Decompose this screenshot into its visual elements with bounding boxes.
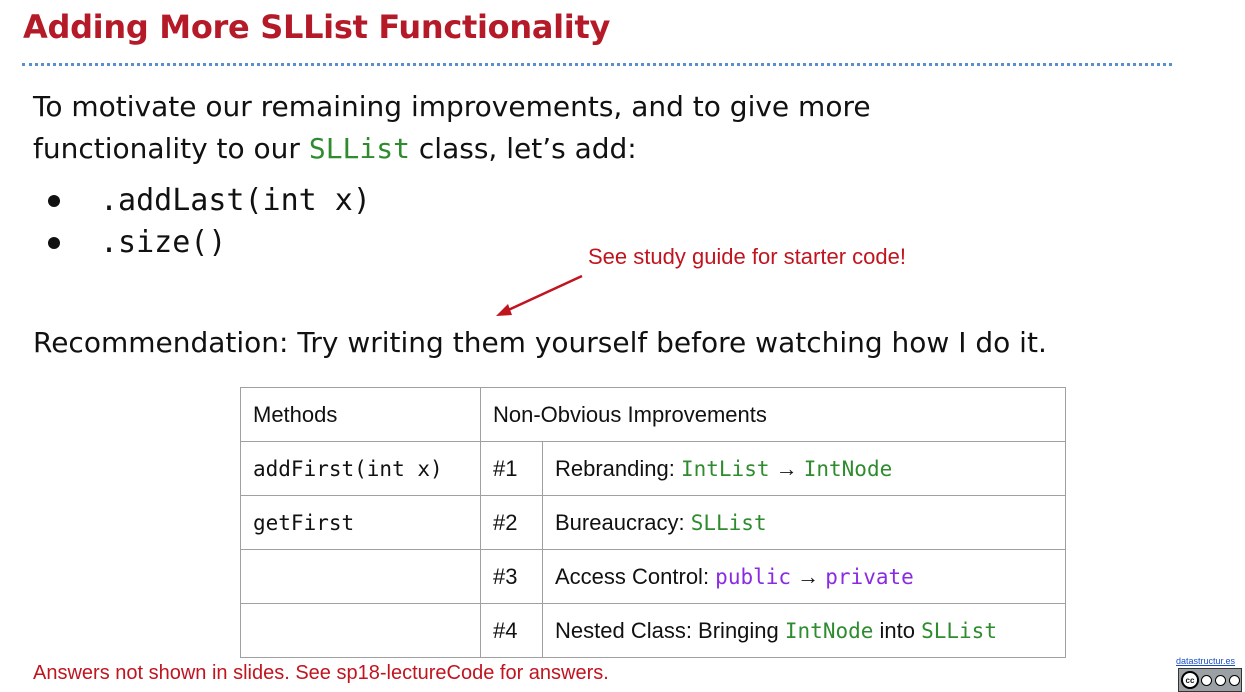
slide-title: Adding More SLList Functionality bbox=[23, 8, 611, 46]
bullet-text: .size() bbox=[100, 225, 227, 260]
method-bullet-list: .addLast(int x) .size() bbox=[44, 180, 371, 264]
callout-arrow-icon bbox=[496, 274, 583, 316]
bullet-dot-icon bbox=[48, 237, 60, 249]
intro-line-2-post: class, let’s add: bbox=[410, 132, 637, 165]
creative-commons-license-icon: cc bbox=[1178, 668, 1242, 692]
table-row: #4 Nested Class: Bringing IntNode into S… bbox=[240, 603, 1066, 658]
improvement-number: #2 bbox=[480, 495, 543, 550]
table-header-row: Methods Non-Obvious Improvements bbox=[240, 387, 1066, 442]
improvements-table: Methods Non-Obvious Improvements addFirs… bbox=[240, 387, 1066, 658]
arrow-separator: → bbox=[769, 455, 804, 481]
improvement-label: Bureaucracy: bbox=[555, 509, 691, 535]
bullet-text: .addLast(int x) bbox=[100, 183, 371, 218]
improvement-description: Rebranding: IntList → IntNode bbox=[542, 441, 1066, 496]
intro-paragraph: To motivate our remaining improvements, … bbox=[33, 86, 933, 170]
code-sllist: SLList bbox=[690, 510, 767, 535]
header-improvements: Non-Obvious Improvements bbox=[480, 387, 1066, 442]
method-cell: addFirst(int x) bbox=[240, 441, 481, 496]
method-cell bbox=[240, 549, 481, 604]
improvement-label: Nested Class: Bringing bbox=[555, 617, 785, 643]
header-methods: Methods bbox=[240, 387, 481, 442]
code-public: public bbox=[715, 564, 792, 589]
code-private: private bbox=[825, 564, 914, 589]
starter-code-callout: See study guide for starter code! bbox=[588, 244, 906, 269]
bullet-item: .size() bbox=[44, 222, 371, 264]
code-from: IntList bbox=[680, 456, 770, 481]
sa-icon bbox=[1228, 674, 1240, 686]
improvement-description: Nested Class: Bringing IntNode into SLLi… bbox=[542, 603, 1066, 658]
intro-line-2-pre: functionality to our bbox=[33, 132, 309, 165]
nc-icon bbox=[1214, 674, 1226, 686]
table-row: getFirst #2 Bureaucracy: SLList bbox=[240, 495, 1066, 550]
bullet-dot-icon bbox=[48, 195, 60, 207]
improvement-label: Access Control: bbox=[555, 563, 716, 589]
recommendation-text: Recommendation: Try writing them yoursel… bbox=[33, 326, 1047, 359]
intro-line-1: To motivate our remaining improvements, … bbox=[33, 90, 871, 123]
improvement-mid-text: into bbox=[873, 617, 922, 643]
cc-icon: cc bbox=[1181, 671, 1199, 689]
code-sllist: SLList bbox=[921, 618, 997, 643]
intro-line-2: functionality to our SLList class, let’s… bbox=[33, 128, 933, 170]
improvement-number: #1 bbox=[480, 441, 543, 496]
improvement-label: Rebranding: bbox=[555, 455, 681, 481]
datastructures-link[interactable]: datastructur.es bbox=[1176, 656, 1235, 666]
by-icon bbox=[1200, 674, 1212, 686]
code-intnode: IntNode bbox=[784, 618, 874, 643]
table-row: #3 Access Control: public → private bbox=[240, 549, 1066, 604]
improvement-description: Bureaucracy: SLList bbox=[542, 495, 1066, 550]
answers-footnote: Answers not shown in slides. See sp18-le… bbox=[33, 662, 609, 684]
title-divider bbox=[22, 63, 1172, 66]
license-terms-icons bbox=[1199, 674, 1241, 686]
sllist-code: SLList bbox=[308, 132, 410, 165]
code-to: IntNode bbox=[803, 456, 893, 481]
improvement-number: #3 bbox=[480, 549, 543, 604]
method-cell bbox=[240, 603, 481, 658]
arrow-separator: → bbox=[791, 563, 826, 589]
bullet-item: .addLast(int x) bbox=[44, 180, 371, 222]
method-cell: getFirst bbox=[240, 495, 481, 550]
table-row: addFirst(int x) #1 Rebranding: IntList →… bbox=[240, 441, 1066, 496]
improvement-description: Access Control: public → private bbox=[542, 549, 1066, 604]
improvement-number: #4 bbox=[480, 603, 543, 658]
